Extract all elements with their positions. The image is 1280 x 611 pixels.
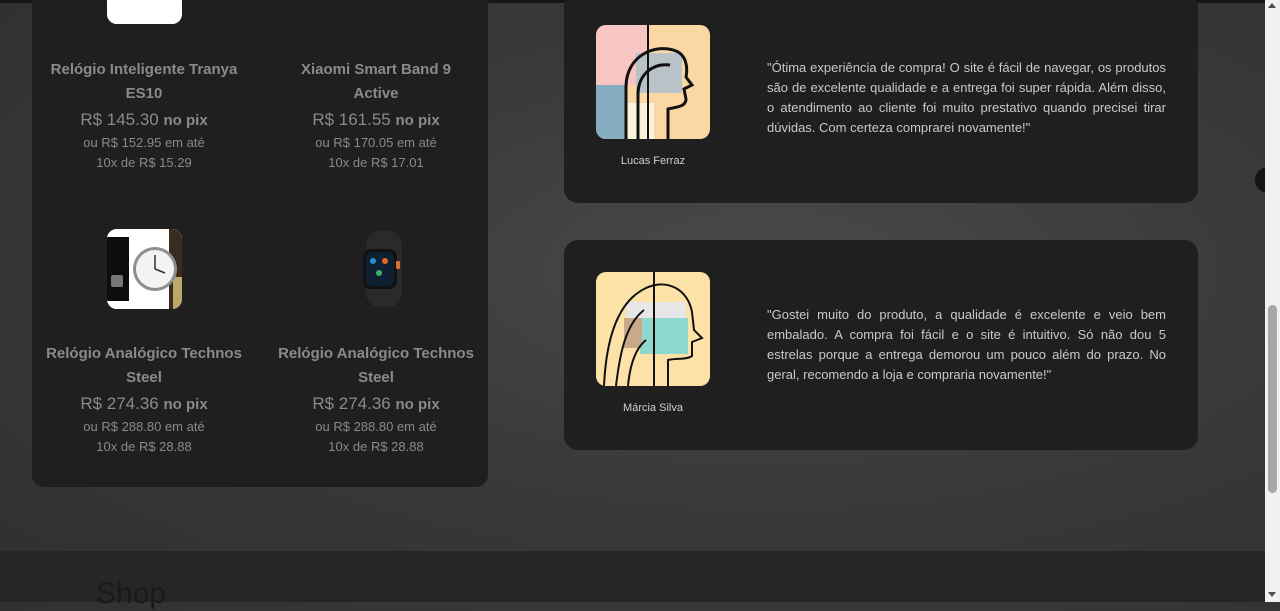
product-name[interactable]: Xiaomi Smart Band 9 Active xyxy=(278,58,474,106)
product-price: R$ 161.55 no pix xyxy=(312,110,440,129)
installment-line: 10x de R$ 17.01 xyxy=(328,155,424,170)
analog-watch-image[interactable] xyxy=(107,229,182,309)
product-price: R$ 274.36 no pix xyxy=(312,394,440,413)
testimonial-card: Márcia Silva "Gostei muito do produto, a… xyxy=(564,240,1198,450)
smartwatch-black-image[interactable] xyxy=(339,229,414,309)
testimonial-quote: "Ótima experiência de compra! O site é f… xyxy=(767,60,1166,135)
testimonial-author: Lucas Ferraz xyxy=(620,155,686,167)
scrollbar-thumb[interactable] xyxy=(1268,305,1277,493)
footer: Shop xyxy=(0,551,1265,610)
product-grid-panel: Relógio Inteligente Tranya ES10 R$ 145.3… xyxy=(32,0,488,487)
installment-line: 10x de R$ 28.88 xyxy=(96,439,192,454)
installment-line: 10x de R$ 15.29 xyxy=(96,155,192,170)
product-name[interactable]: Relógio Analógico Technos Steel xyxy=(46,342,242,390)
avatar xyxy=(596,25,710,139)
product-name[interactable]: Relógio Inteligente Tranya ES10 xyxy=(46,58,242,106)
footer-title: Shop xyxy=(96,577,167,610)
scroll-down-arrow-icon[interactable] xyxy=(1268,592,1276,597)
scroll-up-arrow-icon[interactable] xyxy=(1268,3,1276,8)
installment-line: ou R$ 152.95 em até xyxy=(83,135,205,150)
avatar xyxy=(596,272,710,386)
smartband-image[interactable] xyxy=(339,0,414,24)
installment-line: ou R$ 288.80 em até xyxy=(315,419,437,434)
scrollbar-track[interactable] xyxy=(1265,0,1280,602)
testimonial-author: Márcia Silva xyxy=(623,402,683,414)
installment-line: 10x de R$ 28.88 xyxy=(328,439,424,454)
installment-line: ou R$ 288.80 em até xyxy=(83,419,205,434)
testimonial-quote: "Gostei muito do produto, a qualidade é … xyxy=(767,307,1166,382)
smartwatch-image[interactable] xyxy=(107,0,182,24)
product-name[interactable]: Relógio Analógico Technos Steel xyxy=(278,342,474,390)
product-price: R$ 274.36 no pix xyxy=(80,394,208,413)
testimonial-card: Lucas Ferraz "Ótima experiência de compr… xyxy=(564,0,1198,203)
installment-line: ou R$ 170.05 em até xyxy=(315,135,437,150)
product-price: R$ 145.30 no pix xyxy=(80,110,208,129)
